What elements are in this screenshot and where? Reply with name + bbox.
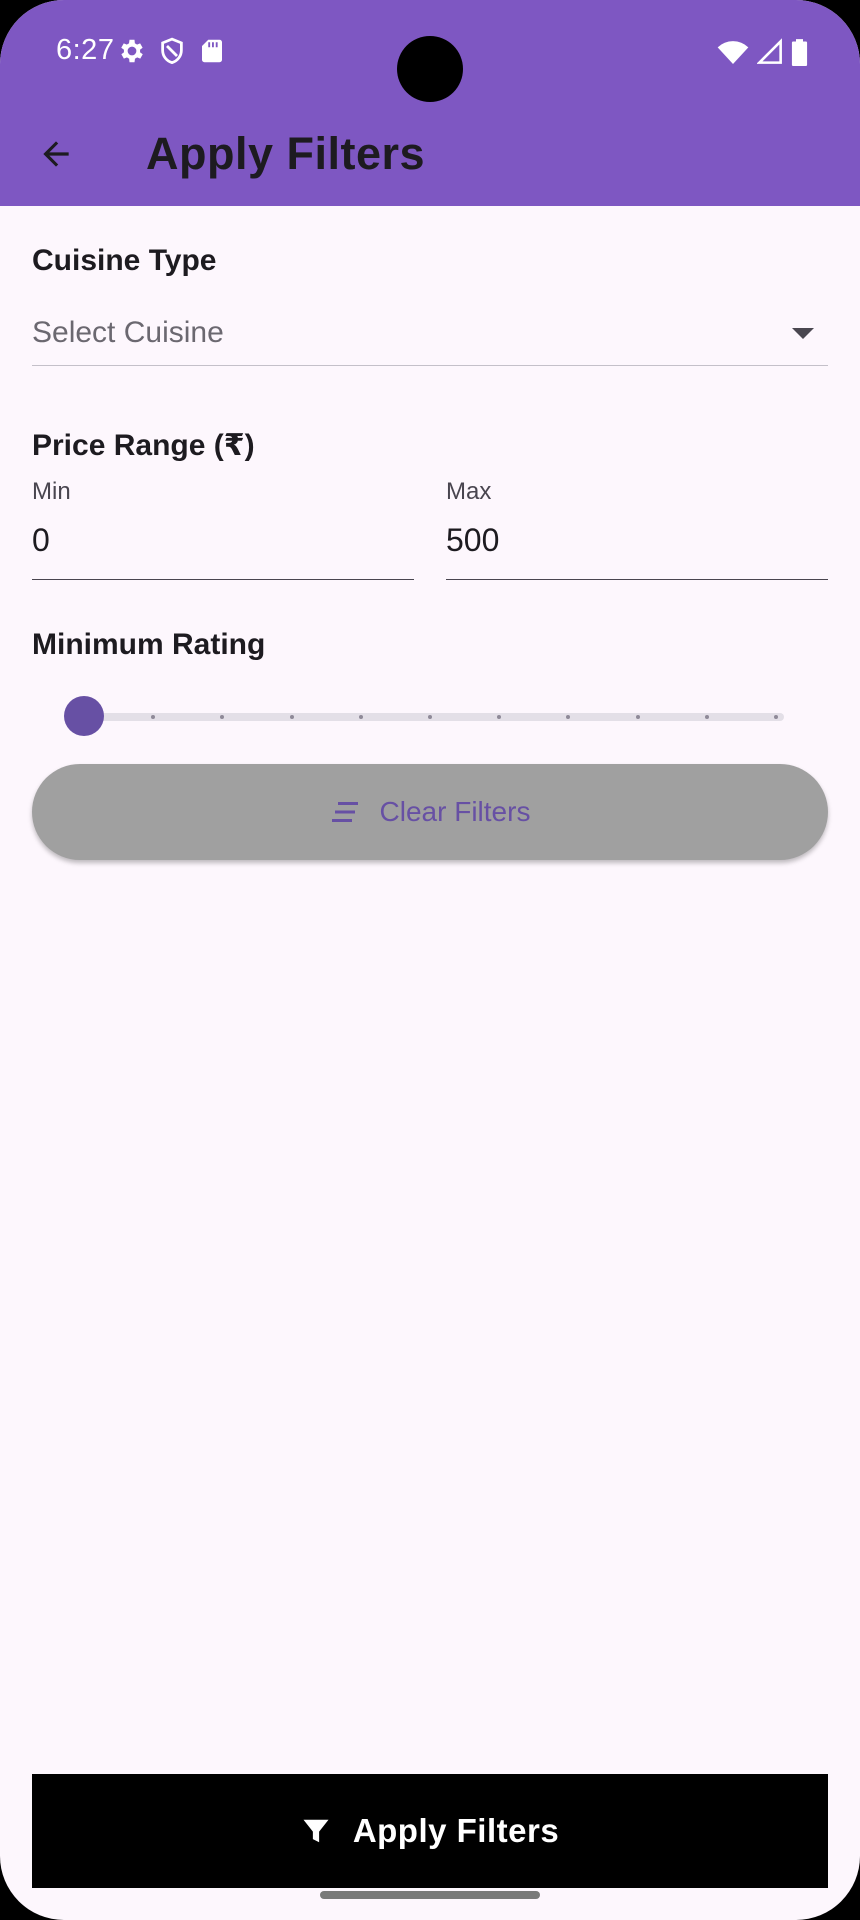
slider-thumb[interactable]	[64, 696, 104, 736]
filter-list-icon	[331, 802, 358, 822]
min-price-label: Min	[32, 478, 71, 505]
clear-filters-label: Clear Filters	[379, 796, 531, 827]
page-title: Apply Filters	[146, 128, 426, 179]
price-range-label: Price Range (₹)	[32, 429, 255, 462]
screen: 6:27 Apply Filters Cuisine Type Select C…	[0, 0, 860, 1920]
arrow-left-icon	[43, 141, 69, 167]
battery-icon	[791, 39, 808, 66]
minimum-rating-label: Minimum Rating	[32, 628, 266, 661]
funnel-icon	[303, 1819, 329, 1843]
min-price-field[interactable]: Min 0	[32, 478, 414, 580]
slider-tick	[635, 715, 640, 719]
slider-tick	[704, 715, 709, 719]
slider-tick	[428, 715, 432, 719]
slider-track	[84, 713, 784, 721]
max-price-field[interactable]: Max 500	[446, 478, 828, 580]
cuisine-type-label: Cuisine Type	[32, 244, 217, 277]
max-price-value: 500	[446, 522, 500, 558]
slider-tick	[358, 715, 363, 719]
cuisine-dropdown-placeholder: Select Cuisine	[32, 316, 224, 349]
slider-tick	[774, 715, 778, 719]
cuisine-dropdown[interactable]: Select Cuisine	[32, 304, 828, 366]
status-time: 6:27	[56, 34, 115, 66]
status-icons-left	[117, 36, 227, 66]
wifi-icon	[717, 41, 749, 64]
clear-filters-button[interactable]: Clear Filters	[32, 764, 828, 860]
app-bar: 6:27 Apply Filters	[0, 0, 860, 206]
back-button[interactable]	[30, 128, 82, 180]
min-price-value: 0	[32, 522, 50, 558]
apply-filters-button[interactable]: Apply Filters	[32, 1774, 828, 1888]
max-price-label: Max	[446, 478, 492, 505]
camera-cutout	[397, 36, 463, 102]
apply-filters-label: Apply Filters	[352, 1812, 560, 1849]
gear-icon	[121, 39, 143, 63]
shield-icon	[161, 37, 183, 65]
signal-icon	[757, 38, 782, 64]
rating-slider[interactable]	[64, 692, 784, 740]
sd-card-icon	[202, 39, 222, 63]
status-icons-right	[717, 38, 808, 66]
caret-down-icon	[792, 328, 814, 339]
slider-tick	[289, 715, 294, 719]
home-indicator	[320, 1891, 540, 1899]
